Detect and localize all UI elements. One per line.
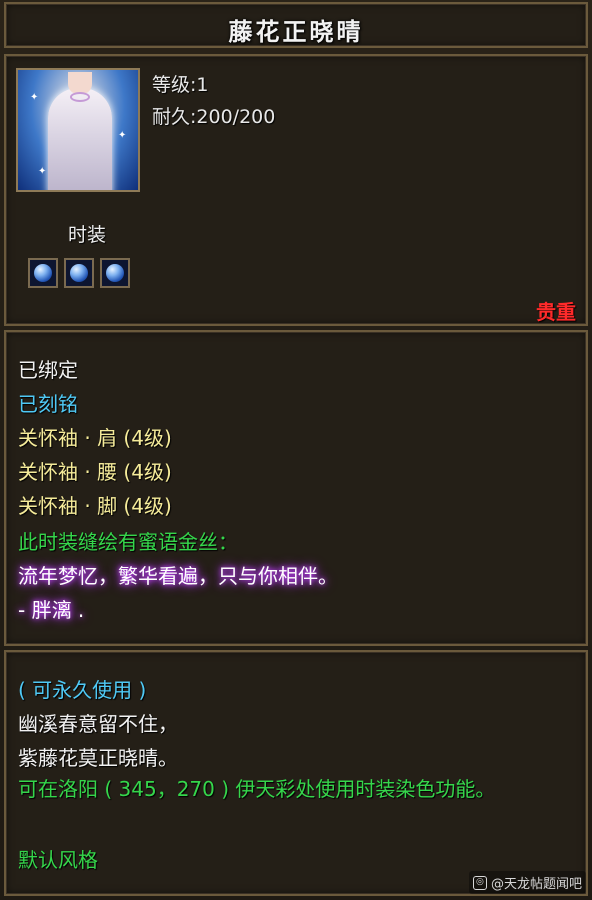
rarity-label: 贵重 — [536, 300, 576, 324]
gem-slot-1[interactable] — [28, 258, 58, 288]
neck — [68, 72, 92, 94]
watermark-text: @天龙帖题闻吧 — [490, 877, 582, 892]
title-bar: 藤花正晓晴 — [4, 2, 588, 48]
poem-signature: - 胖漓 . — [18, 598, 85, 622]
dye-usage-note: 可在洛阳 ( 345，270 ) 伊天彩处使用时装染色功能。 — [18, 777, 496, 801]
level-stat: 等级:1 — [152, 74, 209, 96]
embroidery-intro: 此时装缝绘有蜜语金丝： — [18, 530, 238, 554]
item-info-panel: ✦ ✦ ✦ 等级:1 耐久:200/200 时装 贵重 — [4, 54, 588, 326]
costume-section-label: 时装 — [68, 224, 107, 246]
white-dress-costume-icon: ✦ ✦ ✦ — [16, 68, 140, 192]
weibo-icon: ◎ — [472, 875, 487, 890]
bonus-line: 关怀袖 · 腰 (4级) — [18, 460, 172, 484]
engraved-poem: 流年梦忆，繁华看遍，只与你相伴。 — [18, 564, 338, 588]
item-title: 藤花正晓晴 — [228, 17, 364, 46]
sparkle-icon: ✦ — [38, 166, 47, 177]
gem-slot-3[interactable] — [100, 258, 130, 288]
dress-figure — [48, 88, 112, 190]
duration-note: ( 可永久使用 ) — [18, 678, 147, 702]
sparkle-icon: ✦ — [118, 130, 127, 141]
item-tooltip: 藤花正晓晴 ✦ ✦ ✦ 等级:1 耐久:200/200 时装 贵重 已绑定 已刻… — [0, 0, 592, 900]
description-panel: ( 可永久使用 ) 幽溪春意留不住， 紫藤花莫正晓晴。 可在洛阳 ( 345，2… — [4, 650, 588, 896]
verse-line-1: 幽溪春意留不住， — [18, 712, 178, 736]
necklace-jewel — [70, 92, 90, 102]
engraved-status: 已刻铭 — [18, 392, 78, 416]
blue-gem-icon — [70, 264, 88, 282]
watermark: ◎ @天龙帖题闻吧 — [468, 871, 586, 894]
attributes-panel: 已绑定 已刻铭 关怀袖 · 肩 (4级) 关怀袖 · 腰 (4级) 关怀袖 · … — [4, 330, 588, 646]
bonus-line: 关怀袖 · 肩 (4级) — [18, 426, 172, 450]
gem-slot-2[interactable] — [64, 258, 94, 288]
verse-line-2: 紫藤花莫正晓晴。 — [18, 746, 178, 770]
bonus-line: 关怀袖 · 脚 (4级) — [18, 494, 172, 518]
bound-status: 已绑定 — [18, 358, 78, 382]
blue-gem-icon — [34, 264, 52, 282]
sparkle-icon: ✦ — [30, 92, 39, 103]
blue-gem-icon — [106, 264, 124, 282]
style-label: 默认风格 — [18, 848, 98, 872]
durability-stat: 耐久:200/200 — [152, 106, 276, 128]
